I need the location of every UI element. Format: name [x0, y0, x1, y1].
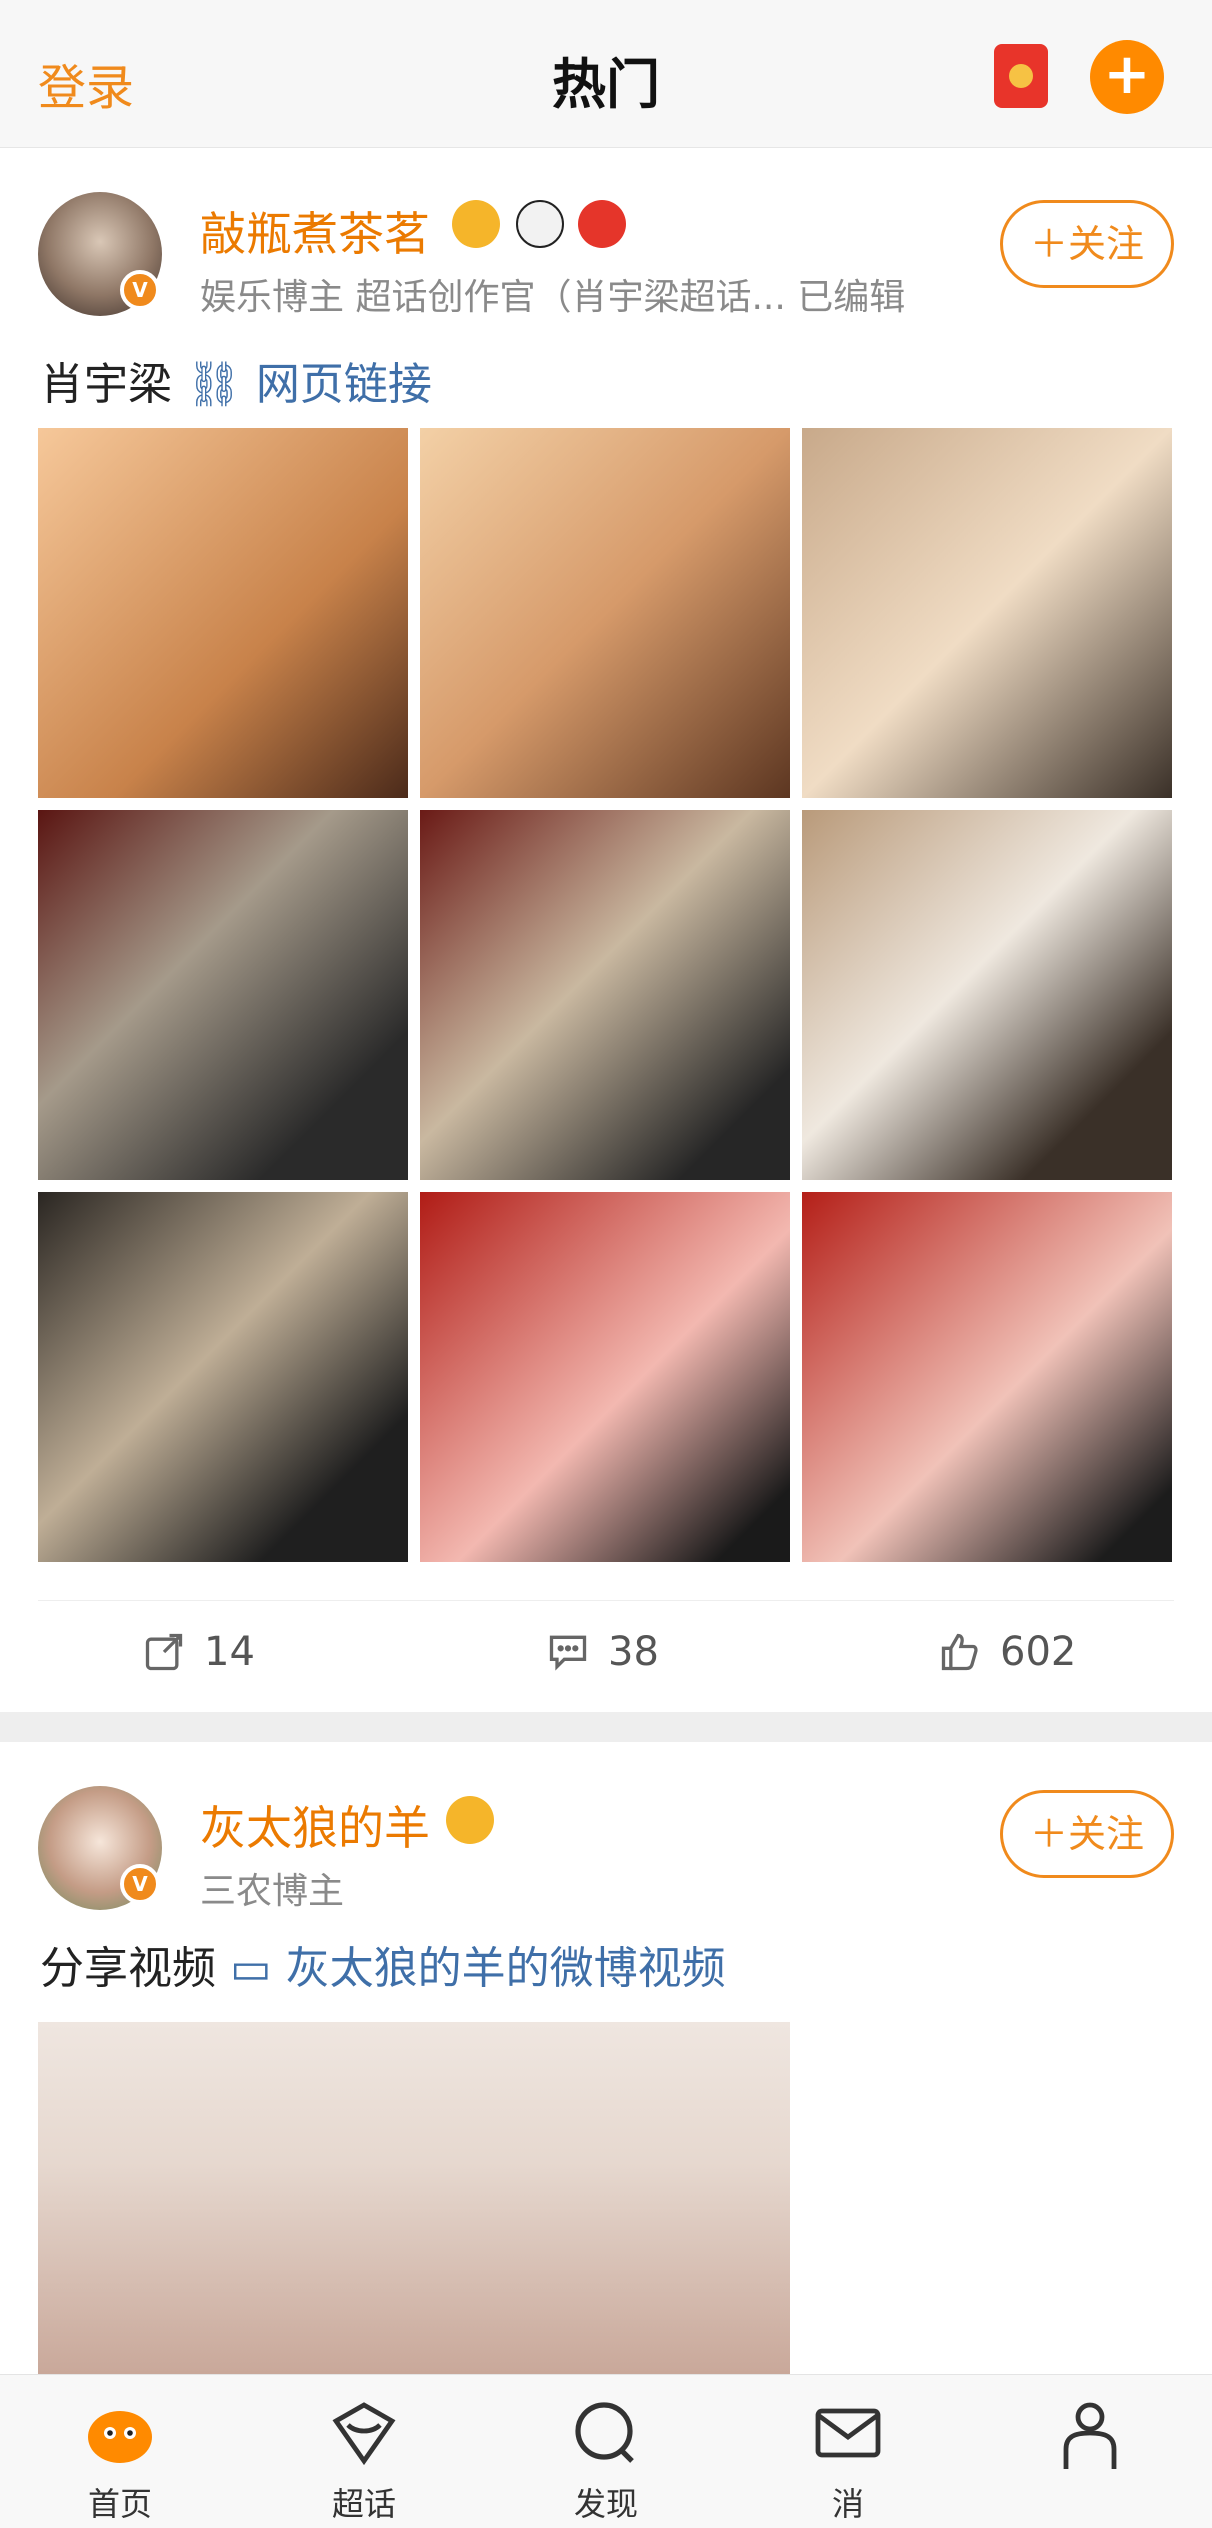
post-body: 分享视频: [40, 1943, 216, 1994]
lantern-icon: [578, 200, 626, 248]
compose-plus-button[interactable]: +: [1090, 40, 1164, 114]
red-packet-icon[interactable]: [994, 44, 1048, 108]
post-card: V 灰太狼的羊 三农博主 ＋关注 分享视频 ▭ 灰太狼的羊的微博视频: [0, 1742, 1212, 2374]
post-image[interactable]: [38, 428, 408, 798]
repost-button[interactable]: 14: [142, 1629, 255, 1675]
nav-discover-label: 发现: [573, 2485, 638, 2523]
post-image[interactable]: [38, 1192, 408, 1562]
bottom-navigation: 首页 超话 发现 消: [0, 2374, 1212, 2528]
post-image[interactable]: [420, 1192, 790, 1562]
post-card: V 敲瓶煮茶茗 娱乐博主 超话创作官（肖宇梁超话... 已编辑 ＋关注 肖宇梁 …: [0, 150, 1212, 1712]
video-thumbnail[interactable]: [38, 2022, 790, 2374]
link-icon: ⛓: [186, 359, 242, 410]
top-header: 登录 热门 +: [0, 0, 1212, 148]
comment-icon: [549, 1635, 587, 1671]
post-meta: 娱乐博主 超话创作官（肖宇梁超话... 已编辑: [200, 277, 906, 318]
post-username[interactable]: 敲瓶煮茶茗: [200, 198, 430, 264]
post-image[interactable]: [420, 810, 790, 1180]
verified-icon: V: [120, 270, 160, 310]
tab-hot[interactable]: 热门: [548, 40, 664, 125]
search-icon: [575, 2402, 634, 2463]
post-text: 肖宇梁 ⛓ 网页链接: [40, 348, 432, 412]
super-topic-icon: [332, 2402, 396, 2466]
post-meta: 三农博主: [200, 1871, 345, 1912]
page-title: 热门: [552, 53, 660, 116]
post-action-bar: 14 38 602: [38, 1600, 1174, 1710]
post-image[interactable]: [802, 428, 1172, 798]
post-image[interactable]: [38, 810, 408, 1180]
crown-icon: [452, 200, 500, 248]
verified-icon: V: [120, 1864, 160, 1904]
comment-count: 38: [608, 1629, 659, 1675]
post-body: 肖宇梁: [40, 359, 172, 410]
nav-super-topic[interactable]: 超话: [304, 2393, 424, 2525]
thumbs-up-icon: [941, 1633, 978, 1671]
post-username[interactable]: 灰太狼的羊: [200, 1792, 430, 1858]
post-image[interactable]: [420, 428, 790, 798]
repost-count: 14: [204, 1629, 255, 1675]
repost-icon: [145, 1633, 183, 1671]
post-image[interactable]: [802, 810, 1172, 1180]
panda-icon: [516, 200, 564, 248]
like-count: 602: [1000, 1629, 1077, 1675]
nav-home[interactable]: 首页: [60, 2393, 180, 2525]
video-icon: ▭: [230, 1943, 272, 1994]
post-text: 分享视频 ▭ 灰太狼的羊的微博视频: [40, 1932, 726, 1996]
profile-icon: [1063, 2402, 1117, 2469]
web-link[interactable]: 网页链接: [256, 359, 432, 410]
nav-profile[interactable]: [1030, 2393, 1150, 2479]
nav-home-label: 首页: [87, 2485, 152, 2523]
like-button[interactable]: 602: [938, 1629, 1076, 1675]
follow-button[interactable]: ＋关注: [1000, 200, 1174, 288]
nav-super-topic-label: 超话: [331, 2485, 396, 2523]
follow-button[interactable]: ＋关注: [1000, 1790, 1174, 1878]
mail-icon: [815, 2408, 881, 2458]
post-separator: [0, 1712, 1212, 1742]
crown-icon: [446, 1796, 494, 1844]
post-image[interactable]: [802, 1192, 1172, 1562]
nav-messages[interactable]: 消: [788, 2393, 908, 2525]
home-icon: [88, 2411, 152, 2463]
video-link[interactable]: 灰太狼的羊的微博视频: [286, 1943, 726, 1994]
nav-discover[interactable]: 发现: [546, 2393, 666, 2525]
comment-button[interactable]: 38: [546, 1629, 659, 1675]
nav-messages-label: 消: [831, 2485, 864, 2523]
